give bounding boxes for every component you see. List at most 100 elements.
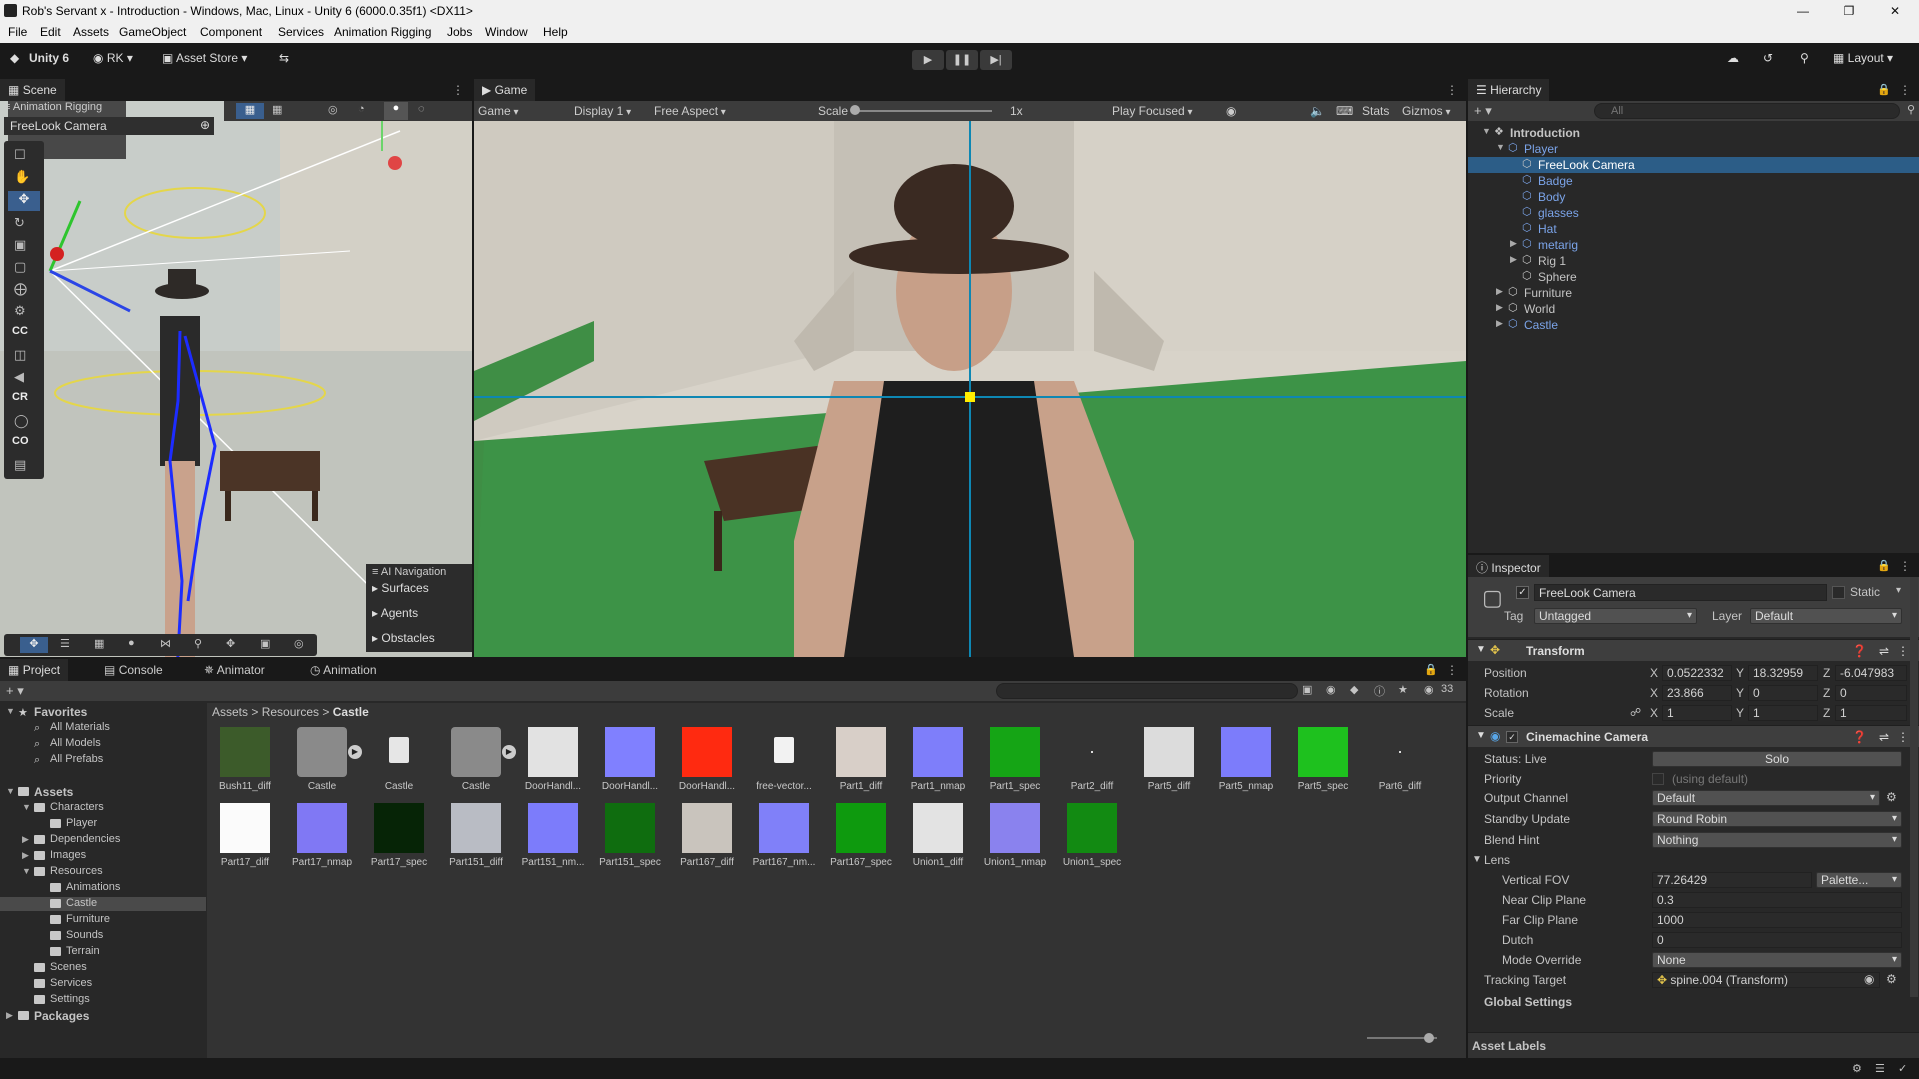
menu-file[interactable]: File <box>8 25 27 39</box>
expanded-arrow-icon[interactable]: ▼ <box>1482 126 1491 136</box>
tab-game[interactable]: ▶ Game <box>474 79 536 101</box>
pause-button[interactable]: ❚❚ <box>946 50 978 70</box>
position-x-field[interactable]: 0.0522332 <box>1662 665 1732 681</box>
expanded-arrow-icon[interactable]: ▼ <box>6 706 15 716</box>
active-checkbox[interactable]: ✓ <box>1516 586 1529 599</box>
scene-shaded-icon[interactable]: ● <box>384 102 408 120</box>
aspect-dropdown[interactable]: Free Aspect <box>654 104 726 118</box>
project-tree-item[interactable]: ▶ Images <box>0 849 206 863</box>
scale-z-field[interactable]: 1 <box>1835 705 1907 721</box>
hierarchy-item[interactable]: ▶ ⬡ World <box>1468 301 1919 317</box>
collapsed-arrow-icon[interactable]: ▶ <box>1510 238 1517 249</box>
hierarchy-item[interactable]: ⬡ Body <box>1468 189 1919 205</box>
hierarchy-item[interactable]: ▶ ⬡ metarig <box>1468 237 1919 253</box>
asset-item[interactable]: ▶ Castle <box>444 727 516 792</box>
project-tree-item[interactable]: Furniture <box>0 913 206 927</box>
asset-item[interactable]: Union1_diff <box>906 803 970 868</box>
asset-item[interactable]: DoorHandl... <box>675 727 739 792</box>
play-button[interactable]: ▶ <box>912 50 944 70</box>
asset-item[interactable]: Union1_nmap <box>983 803 1047 868</box>
asset-store-dropdown[interactable]: ▣ Asset Store ▾ <box>162 51 247 65</box>
project-tree-item[interactable]: Castle <box>0 897 206 911</box>
cinemachine-enabled-checkbox[interactable]: ✓ <box>1506 731 1518 743</box>
snap-icon[interactable]: ▣ <box>260 637 270 650</box>
view-tool-icon[interactable]: ☐ <box>14 147 26 163</box>
dutch-field[interactable]: 0 <box>1652 932 1902 948</box>
menu-animation-rigging[interactable]: Animation Rigging <box>334 25 431 39</box>
breadcrumb-castle[interactable]: Castle <box>333 705 369 719</box>
extra-tool-icon[interactable]: ▤ <box>14 457 26 473</box>
project-tree-item[interactable]: Scenes <box>0 961 206 975</box>
menu-edit[interactable]: Edit <box>40 25 61 39</box>
position-y-field[interactable]: 18.32959 <box>1748 665 1818 681</box>
tab-animation[interactable]: ◷ Animation <box>302 659 385 681</box>
layout-dropdown[interactable]: ▦ Layout ▾ <box>1833 51 1893 65</box>
constrain-proportions-icon[interactable]: ☍ <box>1630 706 1641 719</box>
asset-item[interactable]: Part5_nmap <box>1214 727 1278 792</box>
prefab-expand-icon[interactable]: ▶ <box>502 745 516 759</box>
asset-item[interactable]: DoorHandl... <box>521 727 585 792</box>
version-control-icon[interactable]: ⇆ <box>279 51 289 65</box>
project-add-dropdown[interactable]: + ▾ <box>6 683 24 699</box>
cinemachine-menu-icon[interactable]: ⋮ <box>1897 730 1909 744</box>
asset-item[interactable]: Part1_diff <box>829 727 893 792</box>
rotation-z-field[interactable]: 0 <box>1835 685 1907 701</box>
project-tree-item[interactable]: ▼ Assets <box>0 785 206 799</box>
asset-item[interactable]: Part5_spec <box>1291 727 1355 792</box>
bug-icon[interactable]: ◉ <box>1226 104 1236 118</box>
ai-nav-obstacles[interactable]: ▸ Obstacles <box>372 631 435 645</box>
display-dropdown[interactable]: Display 1 <box>574 104 631 118</box>
asset-item[interactable]: Part17_diff <box>213 803 277 868</box>
tab-animator[interactable]: ✵ Animator <box>196 659 273 681</box>
status-check-icon[interactable]: ✓ <box>1898 1062 1907 1075</box>
asset-item[interactable]: Part1_nmap <box>906 727 970 792</box>
cinemachine-presets-icon[interactable]: ⇌ <box>1879 730 1889 744</box>
log-filter-icon[interactable]: ⓘ <box>1374 683 1385 699</box>
tracking-target-field[interactable]: ✥ spine.004 (Transform) <box>1652 972 1880 988</box>
blend-hint-dropdown[interactable]: Nothing <box>1652 832 1902 848</box>
keyboard-icon[interactable]: ⌨ <box>1336 104 1353 118</box>
transform-header[interactable]: ▼ ✥ Transform ❓ ⇌ ⋮ <box>1468 639 1919 661</box>
move-tool-icon[interactable]: ✥ <box>8 191 40 211</box>
transform-menu-icon[interactable]: ⋮ <box>1897 644 1909 658</box>
lens-foldout-row[interactable]: ▼ Lens <box>1468 851 1919 869</box>
asset-item[interactable]: Part2_diff <box>1060 727 1124 792</box>
sphere-icon[interactable]: ● <box>128 637 135 649</box>
asset-item[interactable]: Part167_diff <box>675 803 739 868</box>
compass-icon[interactable]: ◎ <box>294 637 304 650</box>
close-button[interactable]: ✕ <box>1872 0 1918 22</box>
game-mode-dropdown[interactable]: Game <box>478 104 519 118</box>
move-handle-icon[interactable]: ✥ <box>20 637 48 653</box>
favorite-star-icon[interactable]: ★ <box>1398 683 1408 696</box>
align-tool-icon[interactable]: ◫ <box>14 347 26 363</box>
hierarchy-add-dropdown[interactable]: + ▾ <box>1474 103 1492 119</box>
orbit-tool-icon[interactable]: ◯ <box>14 413 29 429</box>
position-z-field[interactable]: -6.047983 <box>1835 665 1907 681</box>
hierarchy-item[interactable]: ⬡ FreeLook Camera <box>1468 157 1919 173</box>
cinemachine-header[interactable]: ▼ ◉ ✓ Cinemachine Camera ❓ ⇌ ⋮ <box>1468 725 1919 747</box>
mute-audio-icon[interactable]: 🔈 <box>1310 104 1325 118</box>
inspector-panel-menu-icon[interactable]: ⋮ <box>1899 559 1911 573</box>
static-checkbox[interactable] <box>1832 586 1845 599</box>
inspector-lock-icon[interactable]: 🔒 <box>1877 559 1891 572</box>
tracking-target-settings-icon[interactable]: ⚙ <box>1886 972 1897 986</box>
mode-override-dropdown[interactable]: None <box>1652 952 1902 968</box>
asset-item[interactable]: Union1_spec <box>1060 803 1124 868</box>
cc-tool-button[interactable]: CC <box>12 325 28 337</box>
scale-x-field[interactable]: 1 <box>1662 705 1732 721</box>
lens-foldout-icon[interactable]: ▼ <box>1472 854 1482 865</box>
account-dropdown[interactable]: ◉ RK ▾ <box>93 51 133 65</box>
project-tree-item[interactable]: Player <box>0 817 206 831</box>
asset-item[interactable]: Part167_spec <box>829 803 893 868</box>
game-panel-menu-icon[interactable]: ⋮ <box>1446 83 1458 97</box>
priority-checkbox[interactable] <box>1652 773 1664 785</box>
project-tree-item[interactable]: ▼ ★ Favorites <box>0 705 206 719</box>
project-search-input[interactable] <box>996 683 1298 699</box>
static-dropdown-icon[interactable]: ▾ <box>1896 585 1901 596</box>
project-lock-icon[interactable]: 🔒 <box>1424 663 1438 676</box>
asset-item[interactable]: Part151_spec <box>598 803 662 868</box>
menu-window[interactable]: Window <box>485 25 528 39</box>
vertical-fov-field[interactable]: 77.26429 <box>1652 872 1812 888</box>
asset-item[interactable]: Part167_nm... <box>752 803 816 868</box>
menu-services[interactable]: Services <box>278 25 324 39</box>
